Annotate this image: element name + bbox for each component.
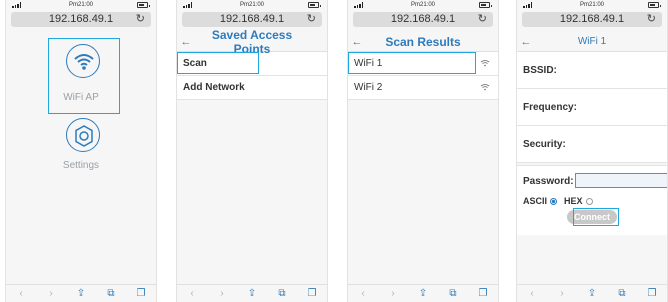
list-item-label: Scan	[183, 58, 207, 69]
url-text: 192.168.49.1	[559, 13, 625, 25]
forward-icon[interactable]: ›	[214, 288, 230, 299]
phone-home-screen: Pm21:00 192.168.49.1 ↻ WiFi AP Settings …	[5, 0, 157, 302]
ascii-label: ASCII	[523, 196, 548, 206]
list-item-label: WiFi 1	[354, 58, 383, 69]
browser-toolbar: ‹ › ⇪ ⧉ ❐	[348, 284, 498, 302]
forward-icon[interactable]: ›	[554, 288, 570, 299]
phone-wifi-detail: Pm21:00 192.168.49.1 ↻ ← WiFi 1 BSSID: F…	[516, 0, 668, 302]
url-text: 192.168.49.1	[390, 13, 456, 25]
wifi-1-row[interactable]: WiFi 1	[348, 52, 498, 76]
field-label: Security:	[523, 138, 566, 150]
forward-icon[interactable]: ›	[385, 288, 401, 299]
status-bar: Pm21:00	[6, 0, 156, 11]
status-bar: Pm21:00	[177, 0, 327, 11]
url-bar[interactable]: 192.168.49.1 ↻	[11, 12, 151, 27]
status-bar: Pm21:00	[517, 0, 667, 11]
bookmarks-icon[interactable]: ⧉	[274, 288, 290, 299]
scan-results-list: WiFi 1 WiFi 2	[348, 52, 498, 100]
wifi-icon	[74, 54, 94, 70]
page-header: ← WiFi 1	[517, 32, 667, 52]
tabs-icon[interactable]: ❐	[644, 288, 660, 299]
status-bar: Pm21:00	[348, 0, 498, 11]
back-icon[interactable]: ‹	[184, 288, 200, 299]
settings-label[interactable]: Settings	[6, 160, 156, 171]
status-time: Pm21:00	[410, 2, 435, 8]
settings-button[interactable]	[66, 118, 100, 152]
back-icon[interactable]: ‹	[355, 288, 371, 299]
page-title: Scan Results	[385, 34, 461, 49]
gear-icon	[75, 125, 93, 147]
bookmarks-icon[interactable]: ⧉	[614, 288, 630, 299]
share-icon[interactable]: ⇪	[244, 288, 260, 299]
list-item-label: WiFi 2	[354, 82, 383, 93]
back-icon[interactable]: ‹	[524, 288, 540, 299]
hex-radio[interactable]	[585, 197, 593, 205]
connect-button[interactable]: Connect	[567, 210, 617, 224]
battery-icon	[648, 2, 661, 8]
battery-icon	[308, 2, 321, 8]
list-item-label: Add Network	[183, 82, 245, 93]
share-icon[interactable]: ⇪	[73, 288, 89, 299]
tabs-icon[interactable]: ❐	[475, 288, 491, 299]
tabs-icon[interactable]: ❐	[304, 288, 320, 299]
reload-icon[interactable]: ↻	[478, 12, 487, 27]
battery-icon	[479, 2, 492, 8]
page-title: WiFi 1	[577, 36, 607, 47]
frequency-field: Frequency:	[517, 89, 667, 126]
browser-toolbar: ‹ › ⇪ ⧉ ❐	[177, 284, 327, 302]
back-arrow-icon[interactable]: ←	[177, 36, 195, 48]
back-arrow-icon[interactable]: ←	[348, 36, 366, 48]
reload-icon[interactable]: ↻	[647, 12, 656, 27]
saved-list: Scan Add Network	[177, 52, 327, 100]
bssid-field: BSSID:	[517, 52, 667, 89]
forward-icon[interactable]: ›	[43, 288, 59, 299]
share-icon[interactable]: ⇪	[415, 288, 431, 299]
bookmarks-icon[interactable]: ⧉	[445, 288, 461, 299]
ascii-radio[interactable]	[550, 197, 558, 205]
password-input[interactable]	[575, 173, 667, 188]
browser-toolbar: ‹ › ⇪ ⧉ ❐	[6, 284, 156, 302]
security-field: Security:	[517, 126, 667, 163]
back-arrow-icon[interactable]: ←	[517, 36, 535, 48]
status-time: Pm21:00	[68, 2, 93, 8]
status-time: Pm21:00	[579, 2, 604, 8]
field-label: BSSID:	[523, 64, 557, 76]
tabs-icon[interactable]: ❐	[133, 288, 149, 299]
wifi-signal-icon	[480, 84, 490, 91]
wifi-ap-button[interactable]	[66, 44, 100, 78]
reload-icon[interactable]: ↻	[136, 12, 145, 27]
wifi-signal-icon	[480, 60, 490, 67]
url-bar[interactable]: 192.168.49.1 ↻	[353, 12, 493, 27]
battery-icon	[137, 2, 150, 8]
reload-icon[interactable]: ↻	[307, 12, 316, 27]
field-label: Frequency:	[523, 101, 577, 113]
url-bar[interactable]: 192.168.49.1 ↻	[182, 12, 322, 27]
bookmarks-icon[interactable]: ⧉	[103, 288, 119, 299]
password-label: Password:	[523, 176, 574, 187]
browser-toolbar: ‹ › ⇪ ⧉ ❐	[517, 284, 667, 302]
url-bar[interactable]: 192.168.49.1 ↻	[522, 12, 662, 27]
hex-label: HEX	[564, 196, 583, 206]
share-icon[interactable]: ⇪	[584, 288, 600, 299]
status-time: Pm21:00	[239, 2, 264, 8]
url-text: 192.168.49.1	[219, 13, 285, 25]
add-network-row[interactable]: Add Network	[177, 76, 327, 100]
password-section: Password: ASCII HEX Connect	[517, 165, 667, 235]
url-text: 192.168.49.1	[48, 13, 114, 25]
phone-saved-access-points: Pm21:00 192.168.49.1 ↻ ← Saved Access Po…	[176, 0, 328, 302]
wifi-ap-label[interactable]: WiFi AP	[6, 92, 156, 103]
back-icon[interactable]: ‹	[13, 288, 29, 299]
scan-row[interactable]: Scan	[177, 52, 327, 76]
wifi-2-row[interactable]: WiFi 2	[348, 76, 498, 100]
phone-scan-results: Pm21:00 192.168.49.1 ↻ ← Scan Results Wi…	[347, 0, 499, 302]
page-header: ← Scan Results	[348, 32, 498, 52]
encoding-options: ASCII HEX	[523, 196, 593, 206]
page-header: ← Saved Access Points	[177, 28, 327, 56]
